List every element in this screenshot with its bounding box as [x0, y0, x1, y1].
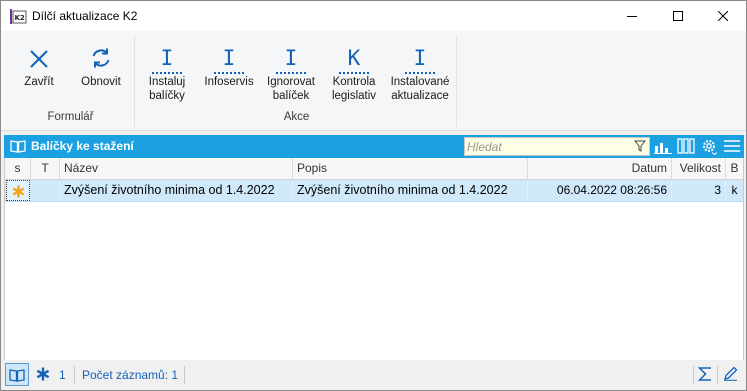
window: K2 Dílčí aktualizace K2 Zavřít Obnovit F…: [0, 0, 747, 391]
status-divider: [74, 366, 75, 384]
book-icon: [10, 140, 26, 153]
column-header-popis[interactable]: Popis: [293, 158, 528, 180]
install-packages-label-1: Instaluj: [148, 76, 186, 88]
row-cell-nazev: Zvýšení životního minima od 1.4.2022: [60, 180, 293, 201]
check-legislation-label-1: Kontrola: [332, 76, 376, 88]
install-icon: I: [151, 46, 182, 74]
settings-gear-icon[interactable]: [700, 138, 718, 155]
refresh-button[interactable]: Obnovit: [71, 39, 131, 89]
asterisk-icon: [12, 185, 24, 198]
installed-updates-button[interactable]: I Instalované aktualizace: [387, 39, 453, 103]
close-form-label: Zavřít: [24, 76, 54, 88]
filter-icon[interactable]: [634, 140, 646, 152]
table-row[interactable]: Zvýšení životního minima od 1.4.2022 Zvý…: [5, 180, 743, 202]
ribbon: Zavřít Obnovit Formulář I Instaluj balíč…: [1, 31, 746, 131]
status-divider: [184, 366, 185, 384]
edit-pencil-icon[interactable]: [723, 366, 738, 381]
k2-app-icon: K2: [10, 9, 27, 24]
ribbon-group-akce: I Instaluj balíčky I Infoservis I Ignoro…: [137, 35, 457, 127]
refresh-label: Obnovit: [81, 76, 121, 88]
grid-header: s T Název Popis Datum Velikost B: [5, 158, 743, 180]
ribbon-group-label-formular: Formulář: [47, 111, 94, 123]
close-window-button[interactable]: [700, 1, 746, 31]
menu-icon[interactable]: [723, 138, 741, 154]
infoservis-button[interactable]: I Infoservis: [199, 39, 259, 89]
maximize-icon: [673, 11, 683, 21]
search-box: [464, 137, 650, 156]
column-header-b[interactable]: B: [726, 158, 743, 180]
installed-updates-label-1: Instalované: [390, 76, 450, 88]
column-header-datum[interactable]: Datum: [528, 158, 672, 180]
status-divider: [693, 366, 694, 384]
ribbon-group-label-akce: Akce: [283, 111, 310, 123]
book-icon: [9, 369, 25, 382]
packages-grid: s T Název Popis Datum Velikost B Zvýšení…: [4, 158, 744, 360]
close-icon: [718, 11, 728, 21]
panel-header: Balíčky ke stažení: [4, 135, 744, 158]
ignore-package-button[interactable]: I Ignorovat balíček: [261, 39, 321, 103]
status-bar: 1 Počet záznamů: 1: [4, 361, 744, 388]
row-marker-cell[interactable]: [6, 180, 30, 201]
chart-icon[interactable]: [654, 138, 672, 154]
infoservis-label: Infoservis: [204, 76, 254, 88]
column-header-nazev[interactable]: Název: [60, 158, 293, 180]
installed-updates-label-2: aktualizace: [391, 90, 449, 102]
row-cell-b: k: [731, 183, 738, 197]
close-form-button[interactable]: Zavřít: [9, 39, 69, 89]
row-cell-velikost: 3: [672, 180, 726, 201]
ignore-package-label-1: Ignorovat: [267, 76, 315, 88]
sum-icon[interactable]: [698, 366, 712, 382]
row-cell-t: [31, 180, 60, 201]
installed-updates-icon: I: [404, 46, 435, 74]
title-bar: K2 Dílčí aktualizace K2: [1, 1, 746, 31]
ignore-package-label-2: balíček: [272, 90, 310, 102]
columns-icon[interactable]: [677, 138, 695, 154]
panel-title: Balíčky ke stažení: [31, 139, 134, 153]
window-title: Dílčí aktualizace K2: [32, 9, 138, 23]
marked-count: 1: [59, 368, 66, 382]
column-header-s[interactable]: s: [5, 158, 31, 180]
check-legislation-button[interactable]: K Kontrola legislativ: [323, 39, 385, 103]
book-view-button[interactable]: [5, 363, 29, 386]
record-count: Počet záznamů: 1: [82, 368, 179, 382]
search-input[interactable]: [467, 139, 627, 154]
minimize-icon: [627, 16, 637, 17]
maximize-button[interactable]: [655, 1, 701, 31]
column-header-velikost[interactable]: Velikost: [672, 158, 726, 180]
svg-text:K2: K2: [15, 14, 25, 22]
refresh-icon: [92, 48, 110, 68]
row-cell-datum: 06.04.2022 08:26:56: [528, 180, 672, 201]
minimize-button[interactable]: [609, 1, 655, 31]
check-legislation-label-2: legislativ: [331, 90, 377, 102]
infoservis-icon: I: [213, 46, 244, 74]
column-header-t[interactable]: T: [31, 158, 60, 180]
check-legislation-icon: K: [338, 46, 369, 74]
asterisk-icon[interactable]: [36, 367, 50, 381]
status-divider: [717, 366, 718, 384]
ribbon-group-formular: Zavřít Obnovit Formulář: [7, 35, 135, 127]
ignore-icon: I: [275, 46, 306, 74]
row-cell-popis: Zvýšení životního minima od 1.4.2022: [293, 180, 528, 201]
close-x-icon: [30, 50, 48, 68]
install-packages-label-2: balíčky: [149, 90, 185, 102]
install-packages-button[interactable]: I Instaluj balíčky: [139, 39, 195, 103]
